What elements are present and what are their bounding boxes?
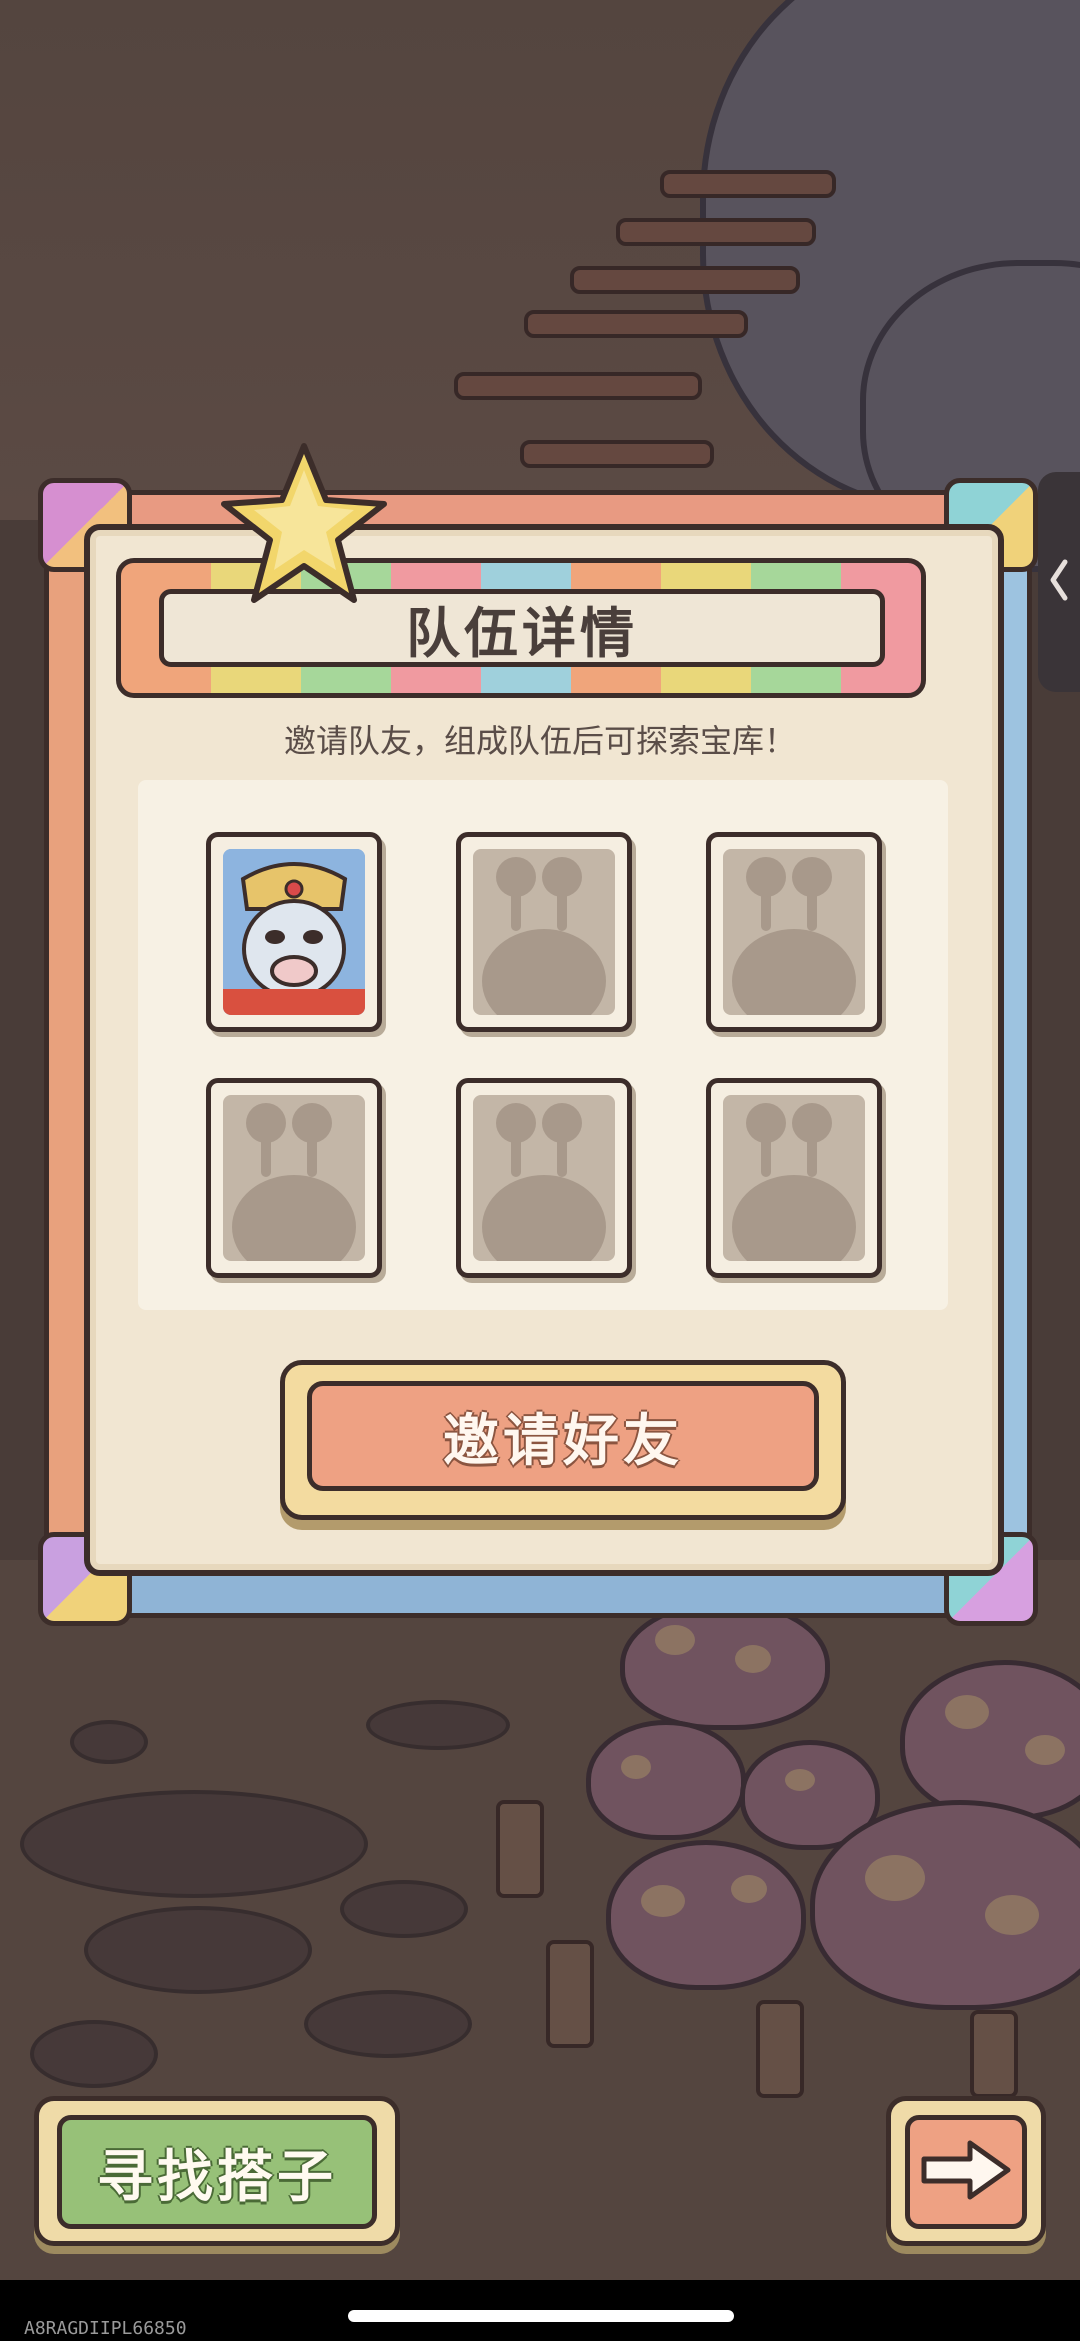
team-slot-empty[interactable]	[456, 832, 632, 1032]
next-button-frame	[886, 2096, 1046, 2246]
team-slot-empty[interactable]	[706, 1078, 882, 1278]
snail-silhouette-icon	[723, 1095, 865, 1261]
invite-friends-label: 邀请好友	[443, 1408, 683, 1474]
invite-button-frame: 邀请好友	[280, 1360, 846, 1520]
find-partner-button[interactable]: 寻找搭子	[57, 2115, 377, 2229]
find-partner-label: 寻找搭子	[97, 2144, 337, 2210]
snail-silhouette-icon	[223, 1095, 365, 1261]
snail-silhouette-icon	[723, 849, 865, 1015]
snail-silhouette-icon	[473, 849, 615, 1015]
dialog-title: 队伍详情	[406, 601, 638, 665]
hero-portrait	[223, 849, 365, 1015]
dialog-subtitle: 邀请队友，组成队伍后可探索宝库！	[283, 722, 796, 760]
find-partner-button-frame: 寻找搭子	[34, 2096, 400, 2246]
snail-silhouette-icon	[473, 1095, 615, 1261]
star-icon	[214, 440, 394, 610]
team-slot-empty[interactable]	[706, 832, 882, 1032]
watermark-text: A8RAGDIIPL66850	[24, 2318, 187, 2339]
side-drawer-tab[interactable]	[1038, 472, 1080, 692]
team-slot-empty[interactable]	[206, 1078, 382, 1278]
team-slot-filled[interactable]	[206, 832, 382, 1032]
chevron-left-icon	[1047, 556, 1071, 608]
team-slot-empty[interactable]	[456, 1078, 632, 1278]
invite-friends-button[interactable]: 邀请好友	[307, 1381, 819, 1491]
next-button[interactable]	[905, 2115, 1027, 2229]
arrow-right-icon	[918, 2135, 1014, 2209]
home-indicator[interactable]	[348, 2310, 734, 2322]
team-slot-grid	[138, 780, 948, 1310]
